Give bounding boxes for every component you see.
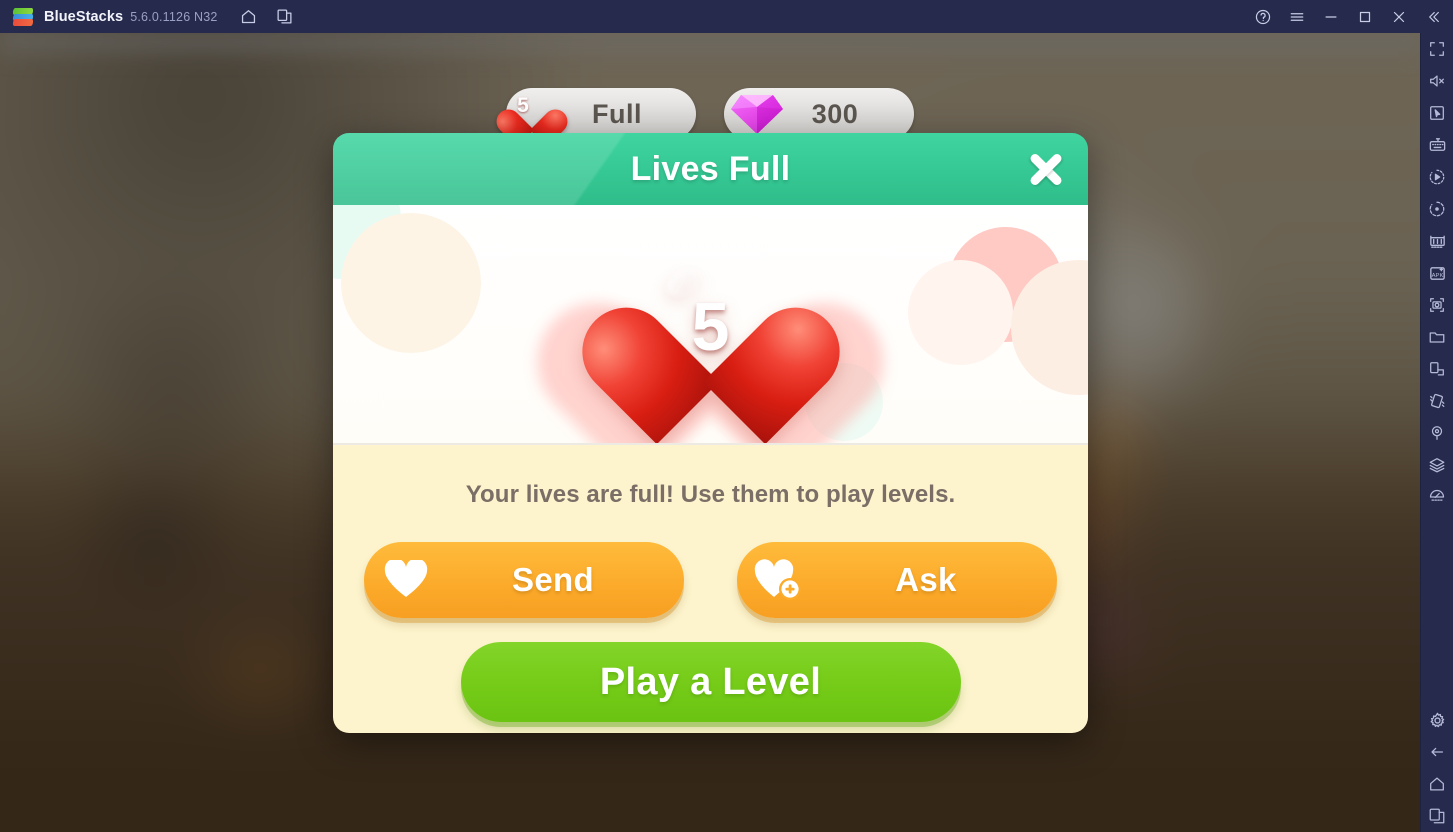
- shake-icon[interactable]: [1421, 385, 1453, 417]
- install-apk-icon[interactable]: APK: [1421, 257, 1453, 289]
- collapse-icon[interactable]: [1417, 1, 1449, 33]
- window-titlebar: BlueStacks 5.6.0.1126 N32: [0, 0, 1453, 33]
- dialog-header: Lives Full: [333, 133, 1088, 205]
- menu-icon[interactable]: [1281, 1, 1313, 33]
- window-controls: [1245, 1, 1453, 33]
- hero-heart-count: 5: [691, 289, 730, 365]
- bluestacks-logo-icon: [12, 6, 34, 28]
- send-button[interactable]: Send: [364, 542, 684, 618]
- multi-instance-manager-icon[interactable]: [1421, 225, 1453, 257]
- dialog-hero-panel: 5: [333, 205, 1088, 445]
- dialog-title: Lives Full: [630, 149, 791, 188]
- mute-icon[interactable]: [1421, 65, 1453, 97]
- rotate-icon[interactable]: [1421, 353, 1453, 385]
- primary-action-row: Play a Level: [333, 642, 1088, 722]
- close-icon[interactable]: [1383, 1, 1415, 33]
- recents-icon[interactable]: [1421, 800, 1453, 832]
- send-button-label: Send: [512, 561, 594, 598]
- maximize-icon[interactable]: [1349, 1, 1381, 33]
- keyboard-controls-icon[interactable]: [1421, 129, 1453, 161]
- android-home-icon[interactable]: [1421, 768, 1453, 800]
- background-ceiling-strip: [0, 33, 1420, 59]
- back-icon[interactable]: [1421, 736, 1453, 768]
- bluestacks-sidebar: APK: [1420, 33, 1453, 832]
- lives-label: Full: [592, 98, 642, 129]
- dialog-message: Your lives are full! Use them to play le…: [465, 481, 956, 508]
- app-name: BlueStacks: [44, 8, 124, 25]
- media-manager-icon[interactable]: [1421, 321, 1453, 353]
- lives-count: 5: [517, 94, 529, 117]
- lives-full-dialog: Lives Full 5 Your lives are full! Use th…: [333, 133, 1088, 733]
- heart-icon: 5: [631, 251, 791, 397]
- minimize-icon[interactable]: [1315, 1, 1347, 33]
- location-icon[interactable]: [1421, 417, 1453, 449]
- gamepad-icon[interactable]: [1421, 481, 1453, 513]
- heart-icon: [364, 560, 448, 600]
- screenshot-icon[interactable]: [1421, 289, 1453, 321]
- app-version: 5.6.0.1126 N32: [130, 9, 218, 24]
- eco-mode-icon[interactable]: [1421, 449, 1453, 481]
- ask-button-label: Ask: [895, 561, 957, 598]
- dialog-action-row: Send Ask: [333, 542, 1088, 618]
- macro-recorder-icon[interactable]: [1421, 161, 1453, 193]
- multi-instance-icon[interactable]: [270, 2, 300, 32]
- play-a-level-button[interactable]: Play a Level: [460, 642, 961, 722]
- close-icon[interactable]: [1022, 145, 1070, 193]
- settings-icon[interactable]: [1421, 704, 1453, 736]
- hero-heart-container: 5: [333, 205, 1088, 443]
- play-a-level-label: Play a Level: [599, 660, 822, 703]
- cursor-control-icon[interactable]: [1421, 97, 1453, 129]
- gems-value: 300: [811, 98, 859, 129]
- help-icon[interactable]: [1247, 1, 1279, 33]
- ask-button[interactable]: Ask: [737, 542, 1057, 618]
- svg-text:APK: APK: [1431, 272, 1443, 278]
- dialog-body: Your lives are full! Use them to play le…: [333, 445, 1088, 733]
- game-viewport[interactable]: 5 Full 300 Lives Full 5 Your lives are f…: [0, 33, 1420, 832]
- heart-plus-icon: [737, 558, 821, 602]
- fullscreen-icon[interactable]: [1421, 33, 1453, 65]
- script-icon[interactable]: [1421, 193, 1453, 225]
- home-icon[interactable]: [234, 2, 264, 32]
